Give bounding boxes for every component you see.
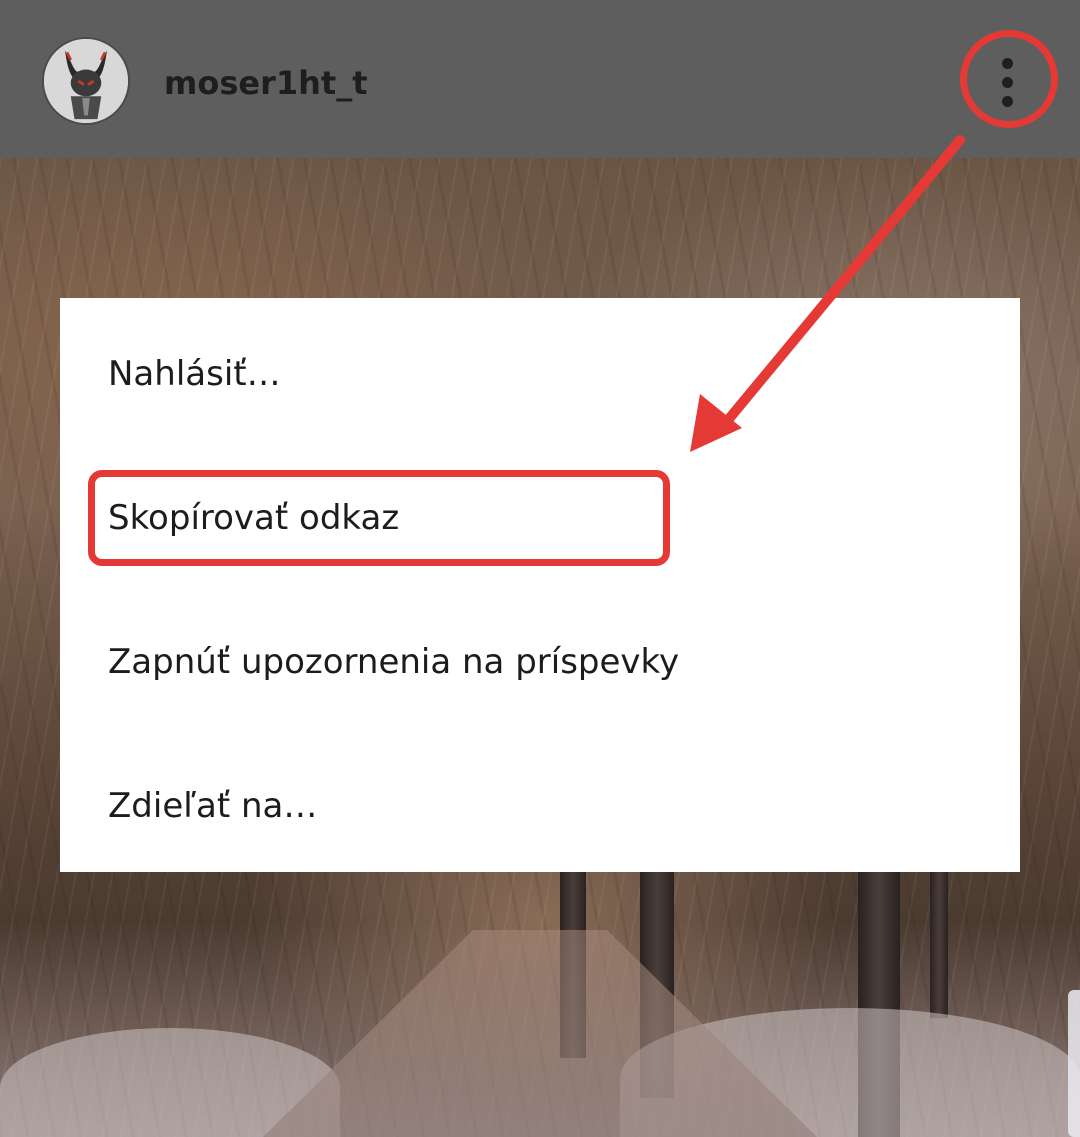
scrollbar[interactable]	[1068, 990, 1080, 1137]
menu-item-label: Zapnúť upozornenia na príspevky	[108, 641, 680, 682]
more-vertical-icon	[1002, 58, 1013, 69]
username[interactable]: moser1ht_t	[164, 63, 368, 103]
menu-item-label: Zdieľať na…	[108, 785, 318, 826]
menu-item-report[interactable]: Nahlásiť…	[60, 302, 1020, 445]
post-header: moser1ht_t	[0, 0, 1080, 158]
more-vertical-icon	[1002, 77, 1013, 88]
more-vertical-icon	[1002, 96, 1013, 107]
menu-item-turn-on-post-notifications[interactable]: Zapnúť upozornenia na príspevky	[60, 590, 1020, 733]
menu-item-share-to[interactable]: Zdieľať na…	[60, 734, 1020, 877]
more-options-button[interactable]	[964, 34, 1052, 130]
options-menu: Nahlásiť… Skopírovať odkaz Zapnúť upozor…	[60, 298, 1020, 872]
menu-item-copy-link[interactable]: Skopírovať odkaz	[60, 446, 1020, 589]
avatar[interactable]	[42, 37, 130, 125]
screen: moser1ht_t Nahlásiť… Skopírovať odkaz Za…	[0, 0, 1080, 1137]
menu-item-label: Nahlásiť…	[108, 353, 281, 394]
avatar-icon	[44, 39, 128, 123]
tree-trunk	[930, 858, 948, 1018]
menu-item-label: Skopírovať odkaz	[108, 497, 400, 538]
